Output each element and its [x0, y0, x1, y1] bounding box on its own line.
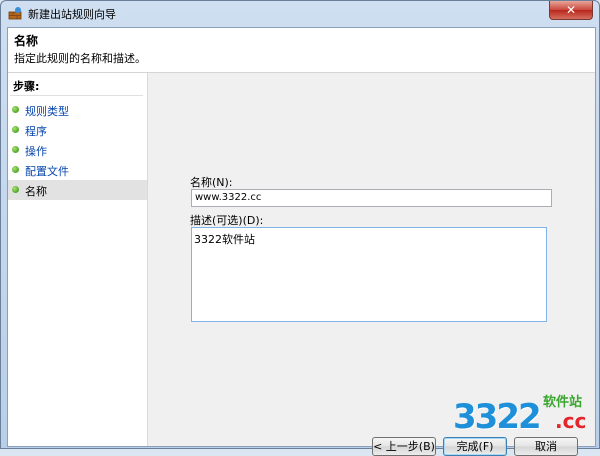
wizard-header: 名称 指定此规则的名称和描述。 — [8, 28, 595, 73]
back-button[interactable]: < 上一步(B) — [372, 437, 436, 456]
page-subtitle: 指定此规则的名称和描述。 — [14, 52, 146, 65]
step-name-current[interactable]: 名称 — [8, 180, 147, 200]
wizard-client: 名称 指定此规则的名称和描述。 步骤: 规则类型 程序 操作 配置文件 名称 名… — [7, 27, 596, 456]
step-bullet-icon — [12, 106, 19, 113]
watermark-domain: .cc — [555, 409, 587, 433]
description-field-label: 描述(可选)(D): — [190, 214, 264, 227]
page-title: 名称 — [14, 34, 39, 48]
step-action[interactable]: 操作 — [8, 140, 147, 160]
title-bar[interactable]: 新建出站规则向导 ✕ — [1, 1, 599, 27]
step-label: 规则类型 — [25, 105, 69, 118]
step-label: 名称 — [25, 185, 47, 198]
step-bullet-icon — [12, 166, 19, 173]
close-button[interactable]: ✕ — [549, 1, 593, 20]
close-icon: ✕ — [565, 3, 577, 17]
steps-divider — [10, 95, 143, 96]
steps-sidebar: 步骤: 规则类型 程序 操作 配置文件 名称 — [8, 73, 148, 446]
step-label: 操作 — [25, 145, 47, 158]
steps-heading: 步骤: — [13, 80, 40, 93]
step-label: 配置文件 — [25, 165, 69, 178]
step-profile[interactable]: 配置文件 — [8, 160, 147, 180]
window-title: 新建出站规则向导 — [28, 8, 116, 21]
name-input[interactable]: www.3322.cc — [191, 189, 552, 207]
name-field-label: 名称(N): — [190, 176, 233, 189]
step-program[interactable]: 程序 — [8, 120, 147, 140]
step-label: 程序 — [25, 125, 47, 138]
step-bullet-icon — [12, 186, 19, 193]
site-watermark-logo: 软件站 3322 .cc — [453, 389, 593, 445]
step-bullet-icon — [12, 146, 19, 153]
step-bullet-icon — [12, 126, 19, 133]
watermark-site-text: 软件站 — [543, 395, 583, 410]
wizard-window: 新建出站规则向导 ✕ 名称 指定此规则的名称和描述。 步骤: 规则类型 程序 操… — [0, 0, 600, 456]
watermark-number: 3322 — [453, 397, 542, 437]
firewall-wizard-icon — [8, 7, 22, 20]
step-rule-type[interactable]: 规则类型 — [8, 100, 147, 120]
description-textarea[interactable]: 3322软件站 — [191, 227, 547, 322]
